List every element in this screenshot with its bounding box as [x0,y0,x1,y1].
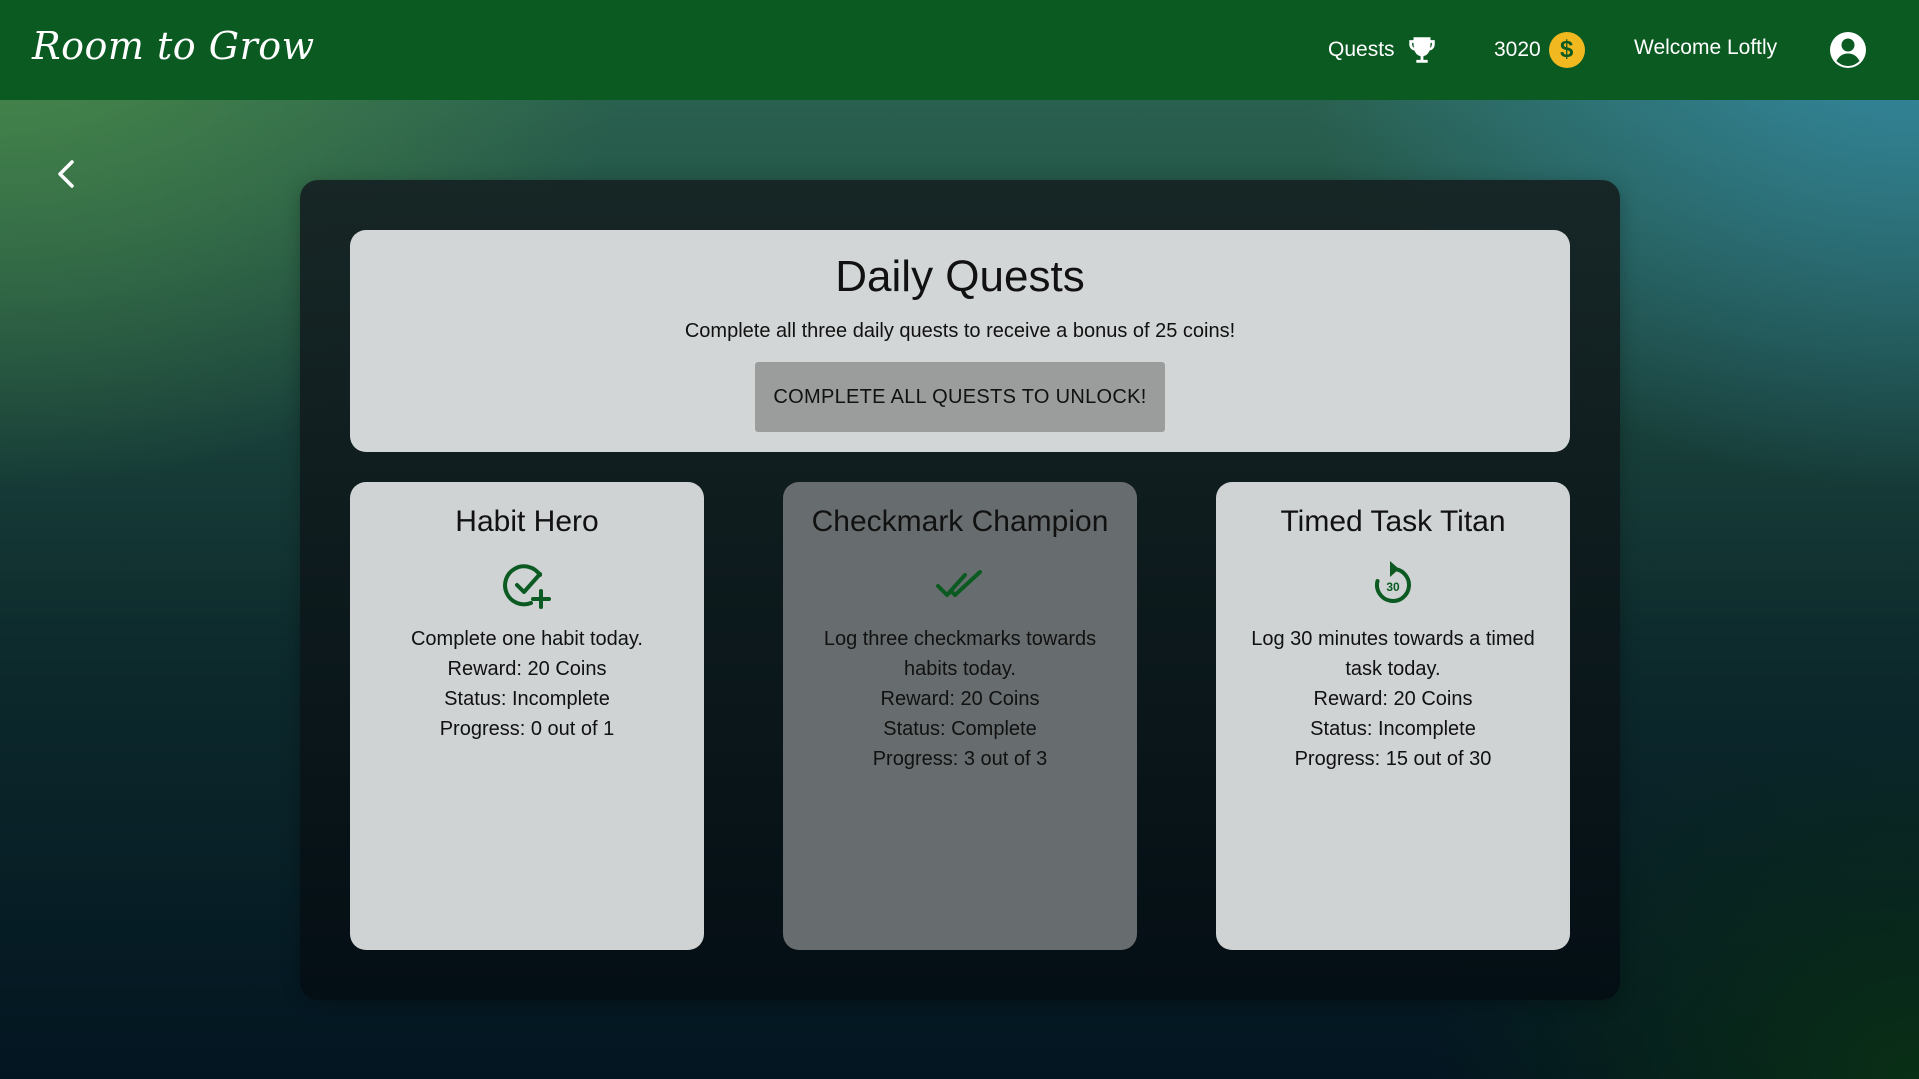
check-circle-plus-icon [503,564,551,609]
quest-progress: Progress: 15 out of 30 [1294,748,1492,770]
coin-icon: $ [1548,32,1585,68]
quest-card-timed-task-titan: Timed Task Titan 30 Log 30 minutes towar… [1216,482,1570,950]
coin-balance: 3020 $ [1494,30,1585,70]
quests-nav-label: Quests [1328,38,1395,61]
quest-description: Log 30 minutes towards a timed task toda… [1251,628,1535,680]
quest-card-habit-hero: Habit Hero Complete one habit today. Rew… [350,482,704,950]
user-account-icon[interactable] [1828,30,1868,70]
quest-reward: Reward: 20 Coins [1313,688,1473,710]
welcome-message: Welcome Loftly [1634,36,1778,59]
quest-status: Status: Incomplete [444,688,610,710]
bonus-description: Complete all three daily quests to recei… [684,320,1236,342]
timer-30-icon: 30 [1375,561,1411,603]
quest-card-checkmark-champion: Checkmark Champion Log three checkmarks … [783,482,1137,950]
quest-progress: Progress: 3 out of 3 [872,748,1048,770]
daily-quests-header: Daily Quests Complete all three daily qu… [350,230,1570,452]
coin-symbol: $ [1560,36,1574,63]
quest-description: Complete one habit today. [410,628,643,650]
app-logo[interactable]: Room to Grow [32,24,315,68]
back-chevron-icon[interactable] [52,158,80,190]
unlock-bonus-button[interactable]: COMPLETE ALL QUESTS TO UNLOCK! [755,362,1165,432]
double-check-icon [936,570,982,597]
quest-status: Status: Incomplete [1310,718,1476,740]
quest-progress: Progress: 0 out of 1 [439,718,615,740]
quest-status: Status: Complete [883,718,1037,740]
trophy-icon [1408,37,1435,63]
quests-nav-link[interactable]: Quests [1328,30,1439,70]
top-navigation-bar: Room to Grow Quests 3020 $ Welcome Loftl… [0,0,1919,100]
quests-panel: Daily Quests Complete all three daily qu… [300,180,1620,1000]
quest-title: Checkmark Champion [811,505,1109,538]
quest-title: Habit Hero [455,505,599,538]
coin-count: 3020 [1494,38,1541,61]
page-title: Daily Quests [835,252,1085,301]
quest-title: Timed Task Titan [1280,505,1506,538]
quest-description: Log three checkmarks towards habits toda… [823,628,1097,680]
timer-icon-label: 30 [1386,580,1400,594]
quest-reward: Reward: 20 Coins [447,658,607,680]
quest-reward: Reward: 20 Coins [880,688,1040,710]
